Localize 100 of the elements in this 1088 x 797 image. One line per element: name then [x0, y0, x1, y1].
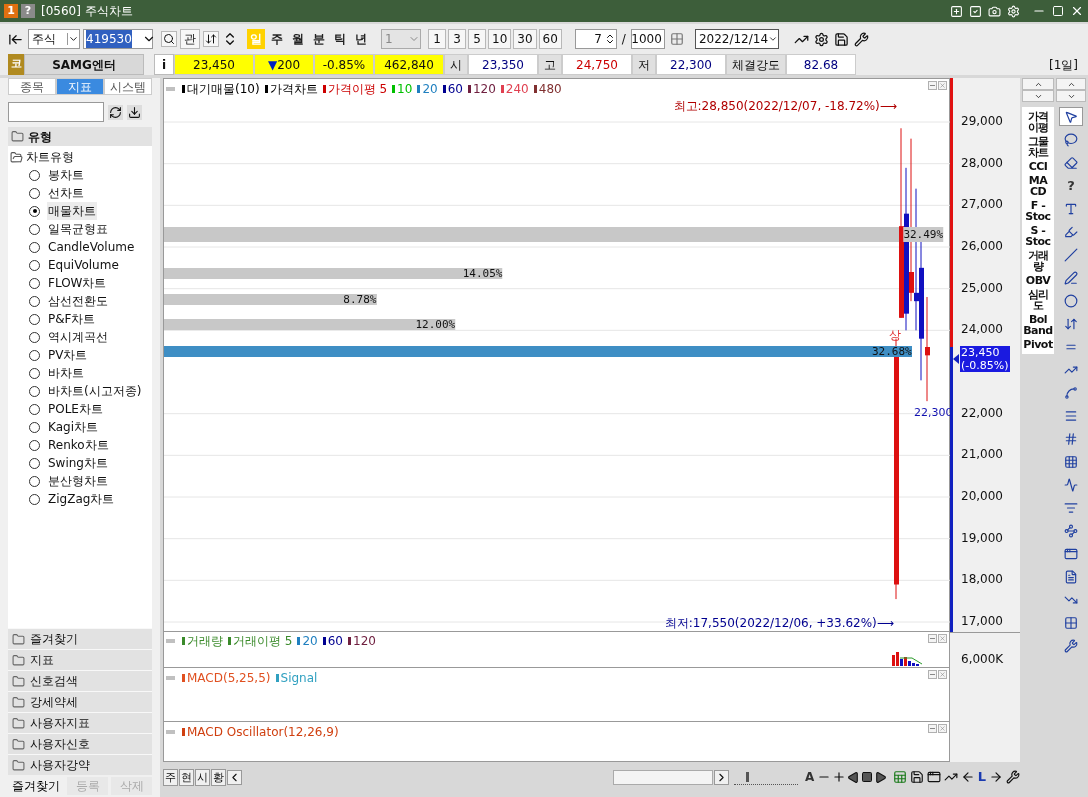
scroll-icon[interactable] — [203, 31, 219, 47]
arrow-right-icon[interactable] — [989, 770, 1003, 784]
search-icon[interactable] — [161, 31, 177, 47]
info-button[interactable]: i — [154, 54, 174, 75]
legend-label: 10 — [397, 83, 413, 95]
download-icon[interactable] — [127, 104, 142, 120]
settings-icon[interactable] — [813, 31, 829, 47]
stock-name-button[interactable]: SAMG엔터 — [24, 54, 144, 75]
period-tab[interactable]: 주 — [268, 29, 286, 49]
period-tab[interactable]: 월 — [289, 29, 307, 49]
period-tab[interactable]: 분 — [310, 29, 328, 49]
options-icon[interactable] — [669, 32, 684, 46]
chart-type-item[interactable]: Renko차트 — [47, 436, 110, 454]
interval-button[interactable]: 30 — [513, 29, 537, 49]
total-field[interactable]: 1000 — [630, 29, 665, 49]
price-axis-label: 18,000 — [961, 573, 1003, 586]
chart-type-item[interactable]: 일목균형표 — [47, 220, 109, 238]
field-value: 22,300 — [656, 54, 726, 75]
indicator-button[interactable]: 심리 도 — [1027, 289, 1049, 311]
indicator-button[interactable]: MA CD — [1028, 175, 1048, 197]
chart-type-item[interactable]: POLE차트 — [47, 400, 104, 418]
scroll-left-icon[interactable] — [227, 769, 242, 785]
pane-minimize-icon[interactable] — [928, 81, 937, 90]
interval-button[interactable]: 10 — [488, 29, 512, 49]
code-field[interactable]: 419530 — [83, 29, 153, 49]
interval-button[interactable]: 60 — [538, 29, 562, 49]
sidebar-button[interactable]: 즐겨찾기 — [8, 777, 64, 795]
chart-type-item[interactable]: Swing차트 — [47, 454, 109, 472]
maximize-icon[interactable] — [1052, 5, 1064, 17]
chart-type-item[interactable]: 매물차트 — [47, 202, 97, 220]
indicator-button[interactable]: Bol Band — [1023, 314, 1053, 336]
check-icon[interactable] — [969, 4, 982, 18]
view-tab[interactable]: 황 — [211, 768, 226, 786]
market-dropdown[interactable]: 주식 — [28, 29, 80, 49]
pane-minimize-icon[interactable] — [928, 724, 937, 733]
arrow-left-icon[interactable] — [960, 770, 975, 784]
scroll-right-icon[interactable] — [714, 769, 729, 785]
chart-type-item[interactable]: 역시계곡선 — [47, 328, 109, 346]
save-icon[interactable] — [909, 770, 924, 784]
view-tab[interactable]: 시 — [195, 768, 210, 786]
wrench-icon[interactable] — [1006, 770, 1020, 784]
lookup-button[interactable]: 관 — [180, 29, 200, 49]
chart-type-item[interactable]: 선차트 — [47, 184, 85, 202]
date-dropdown[interactable]: 2022/12/14 — [694, 29, 779, 49]
wrench-icon[interactable] — [853, 31, 869, 47]
tool-button[interactable] — [1059, 107, 1083, 126]
chart-type-item[interactable]: P&F차트 — [47, 310, 97, 328]
chart-type-item[interactable]: PV차트 — [47, 346, 89, 364]
sidebar-tab[interactable]: 지표 — [56, 78, 104, 95]
interval-button[interactable]: 5 — [468, 29, 486, 49]
sidebar-tab[interactable]: 종목 — [8, 78, 56, 95]
chart-type-item[interactable]: FLOW차트 — [47, 274, 108, 292]
close-icon[interactable] — [1070, 4, 1084, 18]
view-tab[interactable]: 현 — [179, 768, 194, 786]
horizontal-lines-icon — [1064, 408, 1078, 423]
indicator-button[interactable]: 가격 이평 — [1027, 111, 1049, 133]
indicator-button[interactable]: CCI — [1028, 161, 1048, 172]
search-field[interactable] — [8, 102, 104, 122]
refresh-icon[interactable] — [108, 104, 123, 120]
count-field[interactable]: 7 — [574, 29, 617, 49]
help-button[interactable]: ? — [1059, 176, 1083, 195]
window-icon[interactable] — [926, 770, 941, 784]
excel-icon[interactable] — [892, 770, 907, 784]
camera-icon[interactable] — [988, 4, 1001, 18]
chart-type-item[interactable]: Kagi차트 — [47, 418, 99, 436]
chart-type-item[interactable]: EquiVolume — [47, 256, 120, 274]
indicator-button[interactable]: Pivot — [1023, 339, 1053, 350]
tree-label[interactable]: 차트유형 — [26, 148, 74, 166]
pane-minimize-icon[interactable] — [928, 670, 937, 679]
interval-button[interactable]: 3 — [448, 29, 466, 49]
indicator-button[interactable]: 거래 량 — [1027, 250, 1049, 272]
period-tab[interactable]: 틱 — [331, 29, 349, 49]
chart-type-item[interactable]: 바차트 — [47, 364, 85, 382]
period-tab[interactable]: 년 — [352, 29, 370, 49]
indicator-button[interactable]: OBV — [1025, 275, 1051, 286]
play-icon[interactable] — [874, 770, 888, 784]
pane-minimize-icon[interactable] — [928, 634, 937, 643]
indicator-button[interactable]: S - Stoc — [1025, 225, 1051, 247]
chart-type-item[interactable]: CandleVolume — [47, 238, 136, 256]
font-button[interactable]: A — [803, 768, 817, 786]
add-window-icon[interactable] — [950, 4, 963, 18]
sidebar-tab[interactable]: 시스템 — [104, 78, 152, 95]
chart-type-item[interactable]: 분산형차트 — [47, 472, 109, 490]
save-icon[interactable] — [833, 31, 849, 47]
settings-icon[interactable] — [1007, 4, 1020, 18]
link-button[interactable]: L — [977, 767, 986, 787]
chart-type-item[interactable]: 봉차트 — [47, 166, 85, 184]
zoom-slider-thumb[interactable] — [746, 771, 750, 782]
stop-icon[interactable] — [861, 771, 874, 783]
play-back-icon[interactable] — [847, 770, 861, 784]
chart-type-item[interactable]: 삼선전환도 — [47, 292, 109, 310]
view-tab[interactable]: 주 — [163, 768, 178, 786]
folder-label[interactable]: 지표 — [30, 651, 54, 669]
chart-type-item[interactable]: ZigZag차트 — [47, 490, 116, 508]
zoom-in-icon[interactable] — [832, 770, 847, 784]
indicator-button[interactable]: 그물 차트 — [1027, 136, 1049, 158]
chart-type-item[interactable]: 바차트(시고저종) — [47, 382, 143, 400]
indicator-button[interactable]: F - Stoc — [1025, 200, 1051, 222]
interval-button[interactable]: 1 — [428, 29, 446, 49]
legend-label: 120 — [472, 83, 496, 95]
